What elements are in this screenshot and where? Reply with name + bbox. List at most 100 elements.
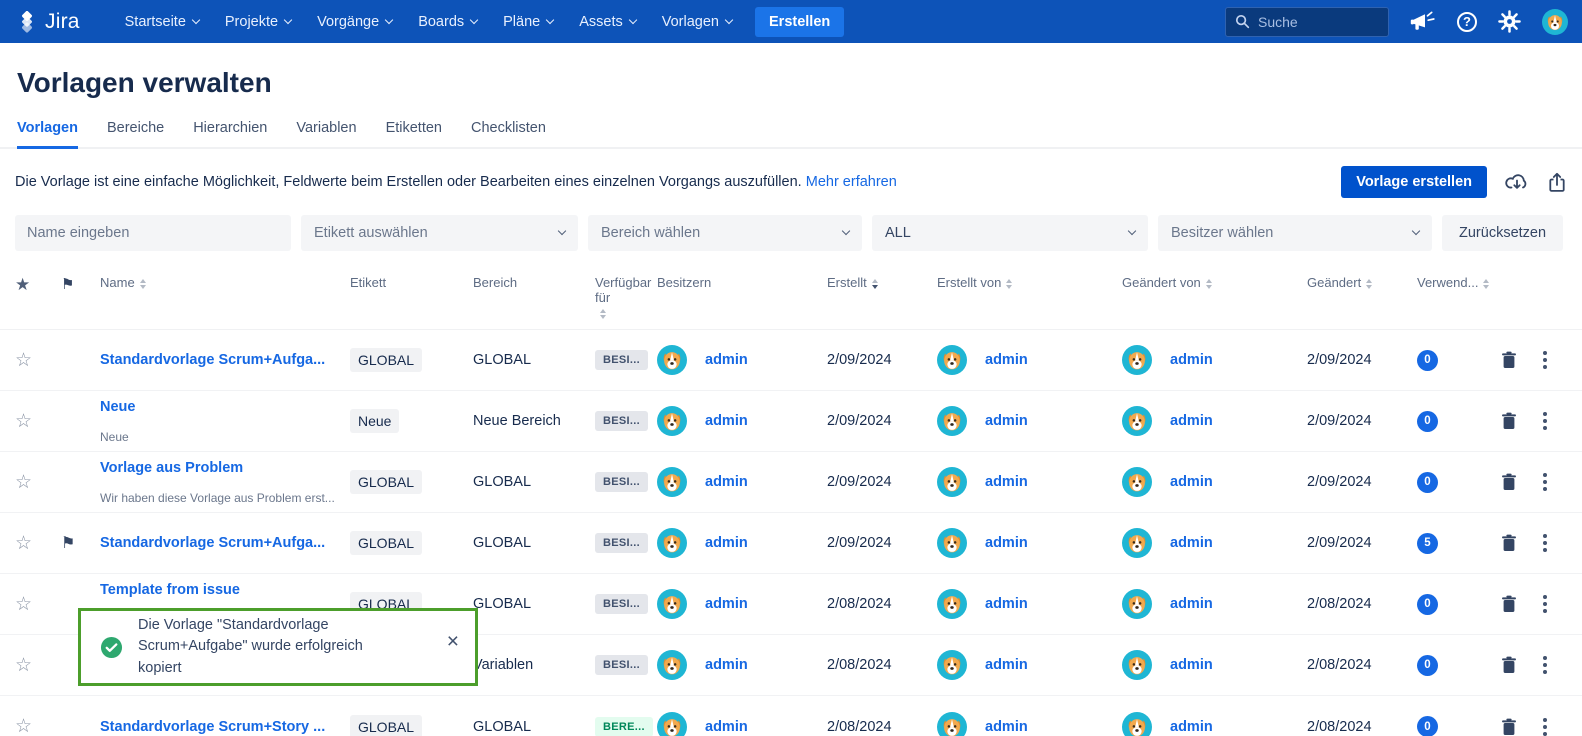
modifier-link[interactable]: admin [1170,657,1213,673]
create-button[interactable]: Erstellen [755,7,844,37]
favorite-star-icon[interactable]: ☆ [15,471,43,494]
tab-checklisten[interactable]: Checklisten [471,120,546,147]
modifier-link[interactable]: admin [1170,535,1213,551]
scope-cell: Neue Bereich [473,413,595,429]
owner-link[interactable]: admin [705,352,748,368]
template-name-link[interactable]: Standardvorlage Scrum+Aufga... [100,352,350,368]
creator-link[interactable]: admin [985,474,1028,490]
nav-item-vorgaenge[interactable]: Vorgänge [306,7,403,37]
settings-button[interactable] [1498,10,1521,33]
table-row: ☆ Vorlage aus ProblemWir haben diese Vor… [0,452,1582,513]
column-header-verfuegbar-fuer[interactable]: Verfügbar für [595,275,657,319]
more-actions-button[interactable] [1540,531,1550,555]
availability-badge: BESI... [595,533,648,553]
template-name-link[interactable]: Standardvorlage Scrum+Aufga... [100,535,350,551]
owner-link[interactable]: admin [705,413,748,429]
creator-link[interactable]: admin [985,535,1028,551]
nav-item-plaene[interactable]: Pläne [492,7,564,37]
search-input[interactable] [1258,14,1373,30]
modifier-link[interactable]: admin [1170,719,1213,735]
column-header-erstellt[interactable]: Erstellt [827,275,937,290]
column-header-etikett[interactable]: Etikett [350,275,473,290]
filter-label-select[interactable]: Etikett auswählen [301,215,578,251]
more-actions-button[interactable] [1540,348,1550,372]
owner-link[interactable]: admin [705,657,748,673]
delete-button[interactable] [1501,656,1517,674]
more-actions-button[interactable] [1540,409,1550,433]
owner-link[interactable]: admin [705,535,748,551]
nav-item-boards[interactable]: Boards [407,7,488,37]
usage-count-badge: 0 [1417,411,1438,432]
more-actions-button[interactable] [1540,592,1550,616]
filter-all-select[interactable]: ALL [872,215,1148,251]
announcements-button[interactable] [1410,11,1436,33]
owner-link[interactable]: admin [705,474,748,490]
more-actions-button[interactable] [1540,653,1550,677]
nav-item-startseite[interactable]: Startseite [114,7,210,37]
delete-button[interactable] [1501,473,1517,491]
favorite-star-icon[interactable]: ☆ [15,715,43,736]
more-actions-button[interactable] [1540,715,1550,736]
import-button[interactable] [1505,172,1529,193]
jira-app-window: Jira Startseite Projekte Vorgänge Boards… [0,0,1582,736]
usage-count-badge: 0 [1417,655,1438,676]
nav-item-vorlagen[interactable]: Vorlagen [651,7,743,37]
template-name-link[interactable]: Template from issue [100,582,350,598]
creator-link[interactable]: admin [985,352,1028,368]
filter-owner-select[interactable]: Besitzer wählen [1158,215,1432,251]
creator-avatar [937,650,967,680]
favorite-star-icon[interactable]: ☆ [15,654,43,677]
filter-scope-select[interactable]: Bereich wählen [588,215,862,251]
column-header-besitzern[interactable]: Besitzern [657,275,827,290]
owner-link[interactable]: admin [705,596,748,612]
tab-hierarchien[interactable]: Hierarchien [193,120,267,147]
tab-variablen[interactable]: Variablen [296,120,356,147]
modifier-link[interactable]: admin [1170,413,1213,429]
template-name-link[interactable]: Neue [100,399,350,415]
column-header-name[interactable]: Name [87,275,350,290]
label-badge: GLOBAL [350,715,422,736]
export-button[interactable] [1547,172,1567,193]
delete-button[interactable] [1501,718,1517,736]
nav-item-assets[interactable]: Assets [568,7,647,37]
tab-bereiche[interactable]: Bereiche [107,120,164,147]
toast-close-icon[interactable]: × [447,631,459,652]
user-avatar[interactable] [1542,9,1568,35]
favorite-star-icon[interactable]: ☆ [15,532,43,555]
column-header-bereich[interactable]: Bereich [473,275,595,290]
create-template-button[interactable]: Vorlage erstellen [1341,166,1487,198]
global-search[interactable] [1225,7,1389,37]
column-header-verwendet[interactable]: Verwend... [1417,275,1493,290]
favorite-star-icon[interactable]: ☆ [15,410,43,433]
favorite-star-icon[interactable]: ☆ [15,593,43,616]
filter-name-input[interactable] [15,215,291,251]
creator-link[interactable]: admin [985,596,1028,612]
owner-link[interactable]: admin [705,719,748,735]
tab-etiketten[interactable]: Etiketten [386,120,442,147]
creator-link[interactable]: admin [985,413,1028,429]
favorite-star-icon[interactable]: ☆ [15,349,43,372]
template-name-link[interactable]: Vorlage aus Problem [100,460,350,476]
tab-vorlagen[interactable]: Vorlagen [17,120,78,149]
modifier-link[interactable]: admin [1170,596,1213,612]
help-button[interactable]: ? [1457,12,1477,32]
delete-button[interactable] [1501,351,1517,369]
creator-link[interactable]: admin [985,719,1028,735]
nav-item-projekte[interactable]: Projekte [214,7,302,37]
delete-button[interactable] [1501,534,1517,552]
jira-logo[interactable]: Jira [16,10,80,34]
modifier-link[interactable]: admin [1170,352,1213,368]
reset-filters-button[interactable]: Zurücksetzen [1442,215,1563,251]
creator-link[interactable]: admin [985,657,1028,673]
modifier-link[interactable]: admin [1170,474,1213,490]
usage-count-badge: 0 [1417,716,1438,736]
column-header-geaendert-von[interactable]: Geändert von [1122,275,1307,290]
template-name-link[interactable]: Standardvorlage Scrum+Story ... [100,719,350,735]
modifier-avatar [1122,406,1152,436]
column-header-erstellt-von[interactable]: Erstellt von [937,275,1122,290]
more-actions-button[interactable] [1540,470,1550,494]
column-header-geaendert[interactable]: Geändert [1307,275,1417,290]
delete-button[interactable] [1501,412,1517,430]
delete-button[interactable] [1501,595,1517,613]
learn-more-link[interactable]: Mehr erfahren [806,174,897,190]
